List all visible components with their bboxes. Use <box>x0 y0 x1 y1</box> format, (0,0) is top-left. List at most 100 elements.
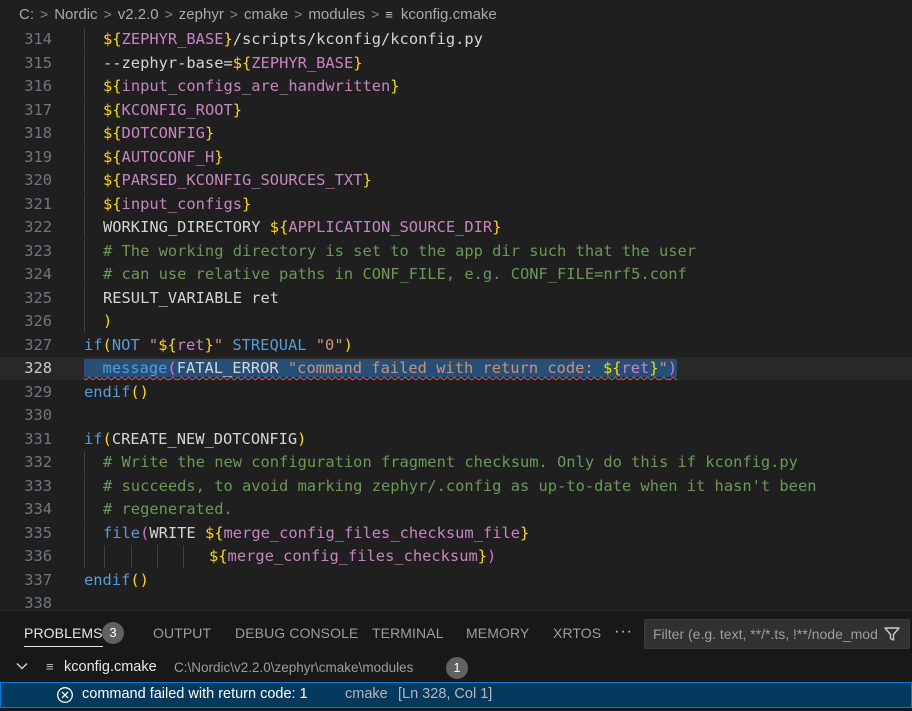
code-token: ${ <box>103 100 122 119</box>
code-line[interactable]: 324 # can use relative paths in CONF_FILE… <box>0 263 912 286</box>
tab-memory[interactable]: MEMORY <box>466 611 529 655</box>
code-text: if(CREATE_NEW_DOTCONFIG) <box>84 428 306 451</box>
indent-guide <box>84 263 85 286</box>
code-line[interactable]: 325 RESULT_VARIABLE ret <box>0 286 912 310</box>
line-number: 330 <box>24 406 52 424</box>
more-actions-icon[interactable]: ··· <box>614 611 633 655</box>
code-token: "command failed with return code: <box>287 359 603 377</box>
code-line[interactable]: 333 # succeeds, to avoid marking zephyr/.… <box>0 474 912 498</box>
line-number: 336 <box>24 547 52 565</box>
filter-box <box>644 619 910 649</box>
line-number: 314 <box>24 30 52 48</box>
tab-xrtos[interactable]: XRTOS <box>553 611 601 655</box>
code-text: ${DOTCONFIG} <box>103 122 214 145</box>
code-line[interactable]: 336 ${merge_config_files_checksum}) <box>0 545 912 568</box>
tab-output[interactable]: OUTPUT <box>153 611 211 655</box>
code-line[interactable]: 334 # regenerated. <box>0 498 912 521</box>
code-line[interactable]: 319 ${AUTOCONF_H} <box>0 145 912 169</box>
code-token: } <box>362 171 372 189</box>
code-line[interactable]: 321 ${input_configs} <box>0 192 912 216</box>
code-token: "0" <box>315 335 344 354</box>
code-token: ) <box>343 335 353 354</box>
code-token: DOTCONFIG <box>121 124 205 142</box>
breadcrumb-item[interactable]: v2.2.0 <box>118 6 159 23</box>
code-line[interactable]: 315 --zephyr-base=${ZEPHYR_BASE} <box>0 51 912 75</box>
indent-guide <box>84 239 85 263</box>
code-token: # succeeds, to avoid marking zephyr/.con… <box>103 476 817 495</box>
code-line[interactable]: 327 if(NOT "${ret}" STREQUAL "0") <box>0 334 912 357</box>
code-token: () <box>130 382 149 401</box>
code-token: ZEPHYR_BASE <box>121 30 224 48</box>
funnel-filter-icon[interactable] <box>883 625 901 643</box>
code-token: } <box>390 77 400 95</box>
code-token: ret <box>621 359 650 377</box>
code-line[interactable]: 322 WORKING_DIRECTORY ${APPLICATION_SOURC… <box>0 216 912 239</box>
line-number: 333 <box>24 476 52 495</box>
code-line[interactable]: 335 file(WRITE ${merge_config_files_check… <box>0 521 912 545</box>
code-token: ret <box>176 335 205 354</box>
code-line[interactable]: 337 endif() <box>0 569 912 592</box>
code-token: input_configs <box>121 194 243 213</box>
code-text: RESULT_VARIABLE ret <box>103 287 279 310</box>
code-line[interactable]: 323 # The working directory is set to the… <box>0 239 912 263</box>
code-token: " <box>213 335 224 354</box>
code-text: ${ZEPHYR_BASE}/scripts/kconfig/kconfig.p… <box>103 28 483 51</box>
indent-guide <box>84 122 85 145</box>
code-token: } <box>232 100 243 119</box>
tab-problems[interactable]: PROBLEMS <box>24 611 103 655</box>
code-token: ${ <box>103 77 122 95</box>
problem-message: command failed with return code: 1 <box>82 686 308 702</box>
code-token: } <box>520 523 530 542</box>
code-line[interactable]: 338 <box>0 592 912 610</box>
tab-terminal[interactable]: TERMINAL <box>372 611 444 655</box>
error-circle-icon <box>57 687 73 703</box>
problems-count-badge: 3 <box>102 622 124 644</box>
code-line[interactable]: 317 ${KCONFIG_ROOT} <box>0 98 912 122</box>
code-text: ··message(FATAL_ERROR "command failed wi… <box>84 357 678 380</box>
code-token: APPLICATION_SOURCE_DIR <box>288 218 493 236</box>
code-token: WRITE <box>149 523 205 542</box>
code-token: merge_config_files_checksum <box>227 547 478 565</box>
indent-guide <box>84 451 85 474</box>
code-token: # can use relative paths in CONF_FILE, e… <box>103 265 687 283</box>
code-line[interactable]: 314 ${ZEPHYR_BASE}/scripts/kconfig/kconfi… <box>0 28 912 51</box>
code-line[interactable]: 332 # Write the new configuration fragmen… <box>0 451 912 474</box>
code-line[interactable]: 326) <box>0 310 912 333</box>
line-number: 321 <box>24 194 52 213</box>
code-token: # The working directory is set to the ap… <box>103 241 697 260</box>
code-line[interactable]: 328 ··message(FATAL_ERROR "command failed… <box>0 357 912 380</box>
code-token: ${ <box>602 359 622 377</box>
indent-guide <box>84 98 85 122</box>
code-editor[interactable]: 314 ${ZEPHYR_BASE}/scripts/kconfig/kconfi… <box>0 28 912 610</box>
problem-item[interactable]: command failed with return code: 1 cmake… <box>0 682 912 708</box>
breadcrumb: C: > Nordic > v2.2.0 > zephyr > cmake > modules > ≡ k… <box>0 0 912 28</box>
code-line[interactable]: 316 ${input_configs_are_handwritten} <box>0 75 912 98</box>
breadcrumb-item[interactable]: modules <box>308 6 365 23</box>
breadcrumb-item[interactable]: Nordic <box>54 6 97 23</box>
code-line[interactable]: 331 if(CREATE_NEW_DOTCONFIG) <box>0 428 912 451</box>
code-token: ${ <box>209 547 228 565</box>
code-line[interactable]: 330 <box>0 404 912 427</box>
code-line[interactable]: 329 endif() <box>0 381 912 404</box>
indent-guide <box>131 545 132 568</box>
breadcrumb-item[interactable]: cmake <box>244 6 288 23</box>
breadcrumb-item[interactable]: zephyr <box>179 6 224 23</box>
breadcrumb-item[interactable]: C: <box>19 6 34 23</box>
code-token: input_configs_are_handwritten <box>121 77 391 95</box>
line-number: 317 <box>24 100 52 119</box>
code-text: endif() <box>84 569 149 592</box>
code-line[interactable]: 320 ${PARSED_KCONFIG_SOURCES_TXT} <box>0 169 912 192</box>
line-number: 320 <box>24 171 52 189</box>
problem-file-group[interactable]: ≡ kconfig.cmake C:\Nordic\v2.2.0\zephyr\… <box>0 655 912 681</box>
chevron-right-icon: > <box>371 6 380 22</box>
breadcrumb-item[interactable]: kconfig.cmake <box>401 6 497 23</box>
code-text: # Write the new configuration fragment c… <box>103 451 798 474</box>
filter-input[interactable] <box>653 626 877 642</box>
chevron-down-icon[interactable] <box>15 659 29 673</box>
line-number: 329 <box>24 382 52 401</box>
code-line[interactable]: 318 ${DOTCONFIG} <box>0 122 912 145</box>
chevron-right-icon: > <box>294 6 303 22</box>
indent-guide <box>84 286 85 310</box>
tab-debug-console[interactable]: DEBUG CONSOLE <box>235 611 358 655</box>
indent-guide <box>84 521 85 545</box>
